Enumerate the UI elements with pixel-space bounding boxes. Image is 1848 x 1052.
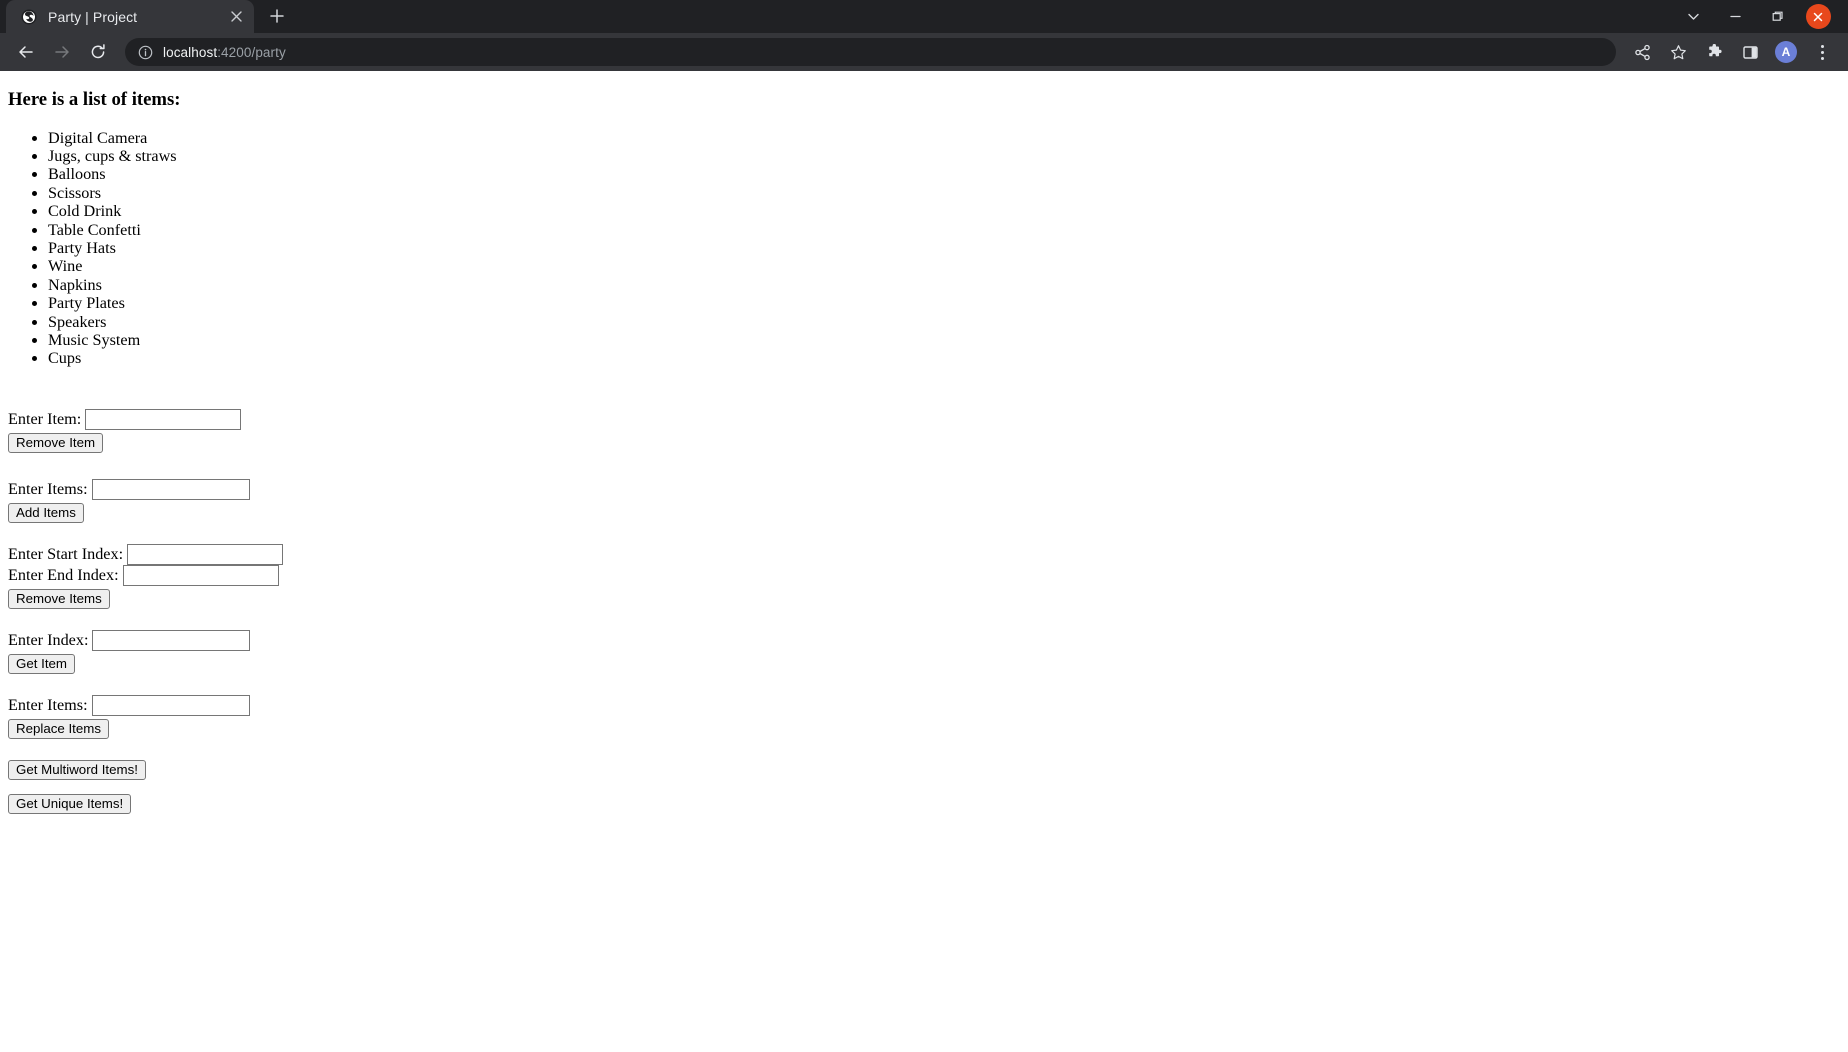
close-icon xyxy=(1805,4,1831,29)
get-item-index-input[interactable] xyxy=(92,629,251,651)
remove-items-range-form: Enter Start Index: Enter End Index: Remo… xyxy=(0,543,1848,609)
list-item: Party Plates xyxy=(48,294,1848,312)
add-items-row: Enter Items: xyxy=(8,478,1848,500)
page-viewport: Here is a list of items: Digital Camera … xyxy=(0,71,1848,1052)
get-multiword-items-button[interactable]: Get Multiword Items! xyxy=(8,759,146,780)
list-item: Party Hats xyxy=(48,239,1848,257)
close-window-button[interactable] xyxy=(1798,2,1838,32)
back-arrow-icon[interactable] xyxy=(10,36,42,68)
get-unique-items-button[interactable]: Get Unique Items! xyxy=(8,793,132,814)
close-icon[interactable] xyxy=(226,7,246,27)
add-items-button-row: Add Items xyxy=(8,502,1848,523)
add-items-button[interactable]: Add Items xyxy=(8,502,84,523)
end-index-row: Enter End Index: xyxy=(8,564,1848,586)
list-item: Jugs, cups & straws xyxy=(48,147,1848,165)
list-item: Table Confetti xyxy=(48,221,1848,239)
globe-icon xyxy=(20,8,37,25)
enter-item-input[interactable] xyxy=(85,408,242,430)
start-index-input[interactable] xyxy=(127,543,284,565)
address-bar[interactable]: localhost:4200/party xyxy=(125,38,1616,66)
list-item: Music System xyxy=(48,331,1848,349)
add-items-form: Enter Items: Add Items xyxy=(0,478,1848,523)
avatar: A xyxy=(1775,41,1797,63)
party-page: Here is a list of items: Digital Camera … xyxy=(0,89,1848,814)
remove-items-button[interactable]: Remove Items xyxy=(8,588,110,609)
remove-items-button-row: Remove Items xyxy=(8,588,1848,609)
list-item: Cold Drink xyxy=(48,202,1848,220)
address-bar-host: localhost xyxy=(163,44,218,60)
remove-item-form: Enter Item: Remove Item xyxy=(0,408,1848,453)
chevron-down-icon[interactable] xyxy=(1672,2,1714,32)
start-index-row: Enter Start Index: xyxy=(8,543,1848,565)
remove-item-button[interactable]: Remove Item xyxy=(8,432,104,453)
enter-item-label: Enter Item: xyxy=(8,409,82,428)
maximize-icon[interactable] xyxy=(1756,2,1798,32)
profile-avatar[interactable]: A xyxy=(1771,37,1801,67)
enter-start-index-label: Enter Start Index: xyxy=(8,544,124,563)
list-item: Cups xyxy=(48,349,1848,367)
replace-items-input[interactable] xyxy=(91,694,250,716)
list-item: Scissors xyxy=(48,184,1848,202)
multiword-items-block: Get Multiword Items! xyxy=(0,759,1848,780)
forward-arrow-icon[interactable] xyxy=(46,36,78,68)
page-title: Here is a list of items: xyxy=(8,89,181,110)
enter-end-index-label: Enter End Index: xyxy=(8,565,119,584)
browser-tab-party-project[interactable]: Party | Project xyxy=(6,0,254,33)
get-item-form: Enter Index: Get Item xyxy=(0,629,1848,674)
address-bar-path: :4200/party xyxy=(217,44,286,60)
browser-toolbar: localhost:4200/party A xyxy=(0,33,1848,71)
items-list: Digital Camera Jugs, cups & straws Ballo… xyxy=(0,129,1848,368)
unique-items-block: Get Unique Items! xyxy=(0,793,1848,814)
end-index-input[interactable] xyxy=(122,564,279,586)
remove-item-row: Enter Item: xyxy=(8,408,1848,430)
extensions-puzzle-icon[interactable] xyxy=(1699,37,1729,67)
replace-items-button[interactable]: Replace Items xyxy=(8,718,109,739)
get-item-row: Enter Index: xyxy=(8,629,1848,651)
bookmark-star-icon[interactable] xyxy=(1663,37,1693,67)
browser-window: Party | Project localhost:4200/party A H… xyxy=(0,0,1848,1052)
remove-item-button-row: Remove Item xyxy=(8,432,1848,453)
side-panel-icon[interactable] xyxy=(1735,37,1765,67)
enter-items-label: Enter Items: xyxy=(8,479,88,498)
get-item-button-row: Get Item xyxy=(8,653,1848,674)
share-icon[interactable] xyxy=(1627,37,1657,67)
replace-items-label: Enter Items: xyxy=(8,695,88,714)
enter-index-label: Enter Index: xyxy=(8,630,89,649)
list-item: Napkins xyxy=(48,276,1848,294)
list-item: Balloons xyxy=(48,165,1848,183)
minimize-icon[interactable] xyxy=(1714,2,1756,32)
kebab-dots xyxy=(1820,44,1824,60)
tab-strip: Party | Project xyxy=(0,0,1848,33)
info-circle-icon[interactable] xyxy=(137,44,153,60)
new-tab-button[interactable] xyxy=(262,1,292,31)
reload-icon[interactable] xyxy=(82,36,114,68)
three-dot-menu-icon[interactable] xyxy=(1807,37,1837,67)
replace-items-button-row: Replace Items xyxy=(8,718,1848,739)
list-item: Wine xyxy=(48,257,1848,275)
tab-title: Party | Project xyxy=(48,8,138,25)
list-item: Speakers xyxy=(48,313,1848,331)
add-items-input[interactable] xyxy=(91,478,250,500)
get-item-button[interactable]: Get Item xyxy=(8,653,75,674)
replace-items-form: Enter Items: Replace Items xyxy=(0,694,1848,739)
window-controls xyxy=(1672,0,1848,33)
replace-items-row: Enter Items: xyxy=(8,694,1848,716)
list-item: Digital Camera xyxy=(48,129,1848,147)
address-bar-url: localhost:4200/party xyxy=(163,45,286,60)
